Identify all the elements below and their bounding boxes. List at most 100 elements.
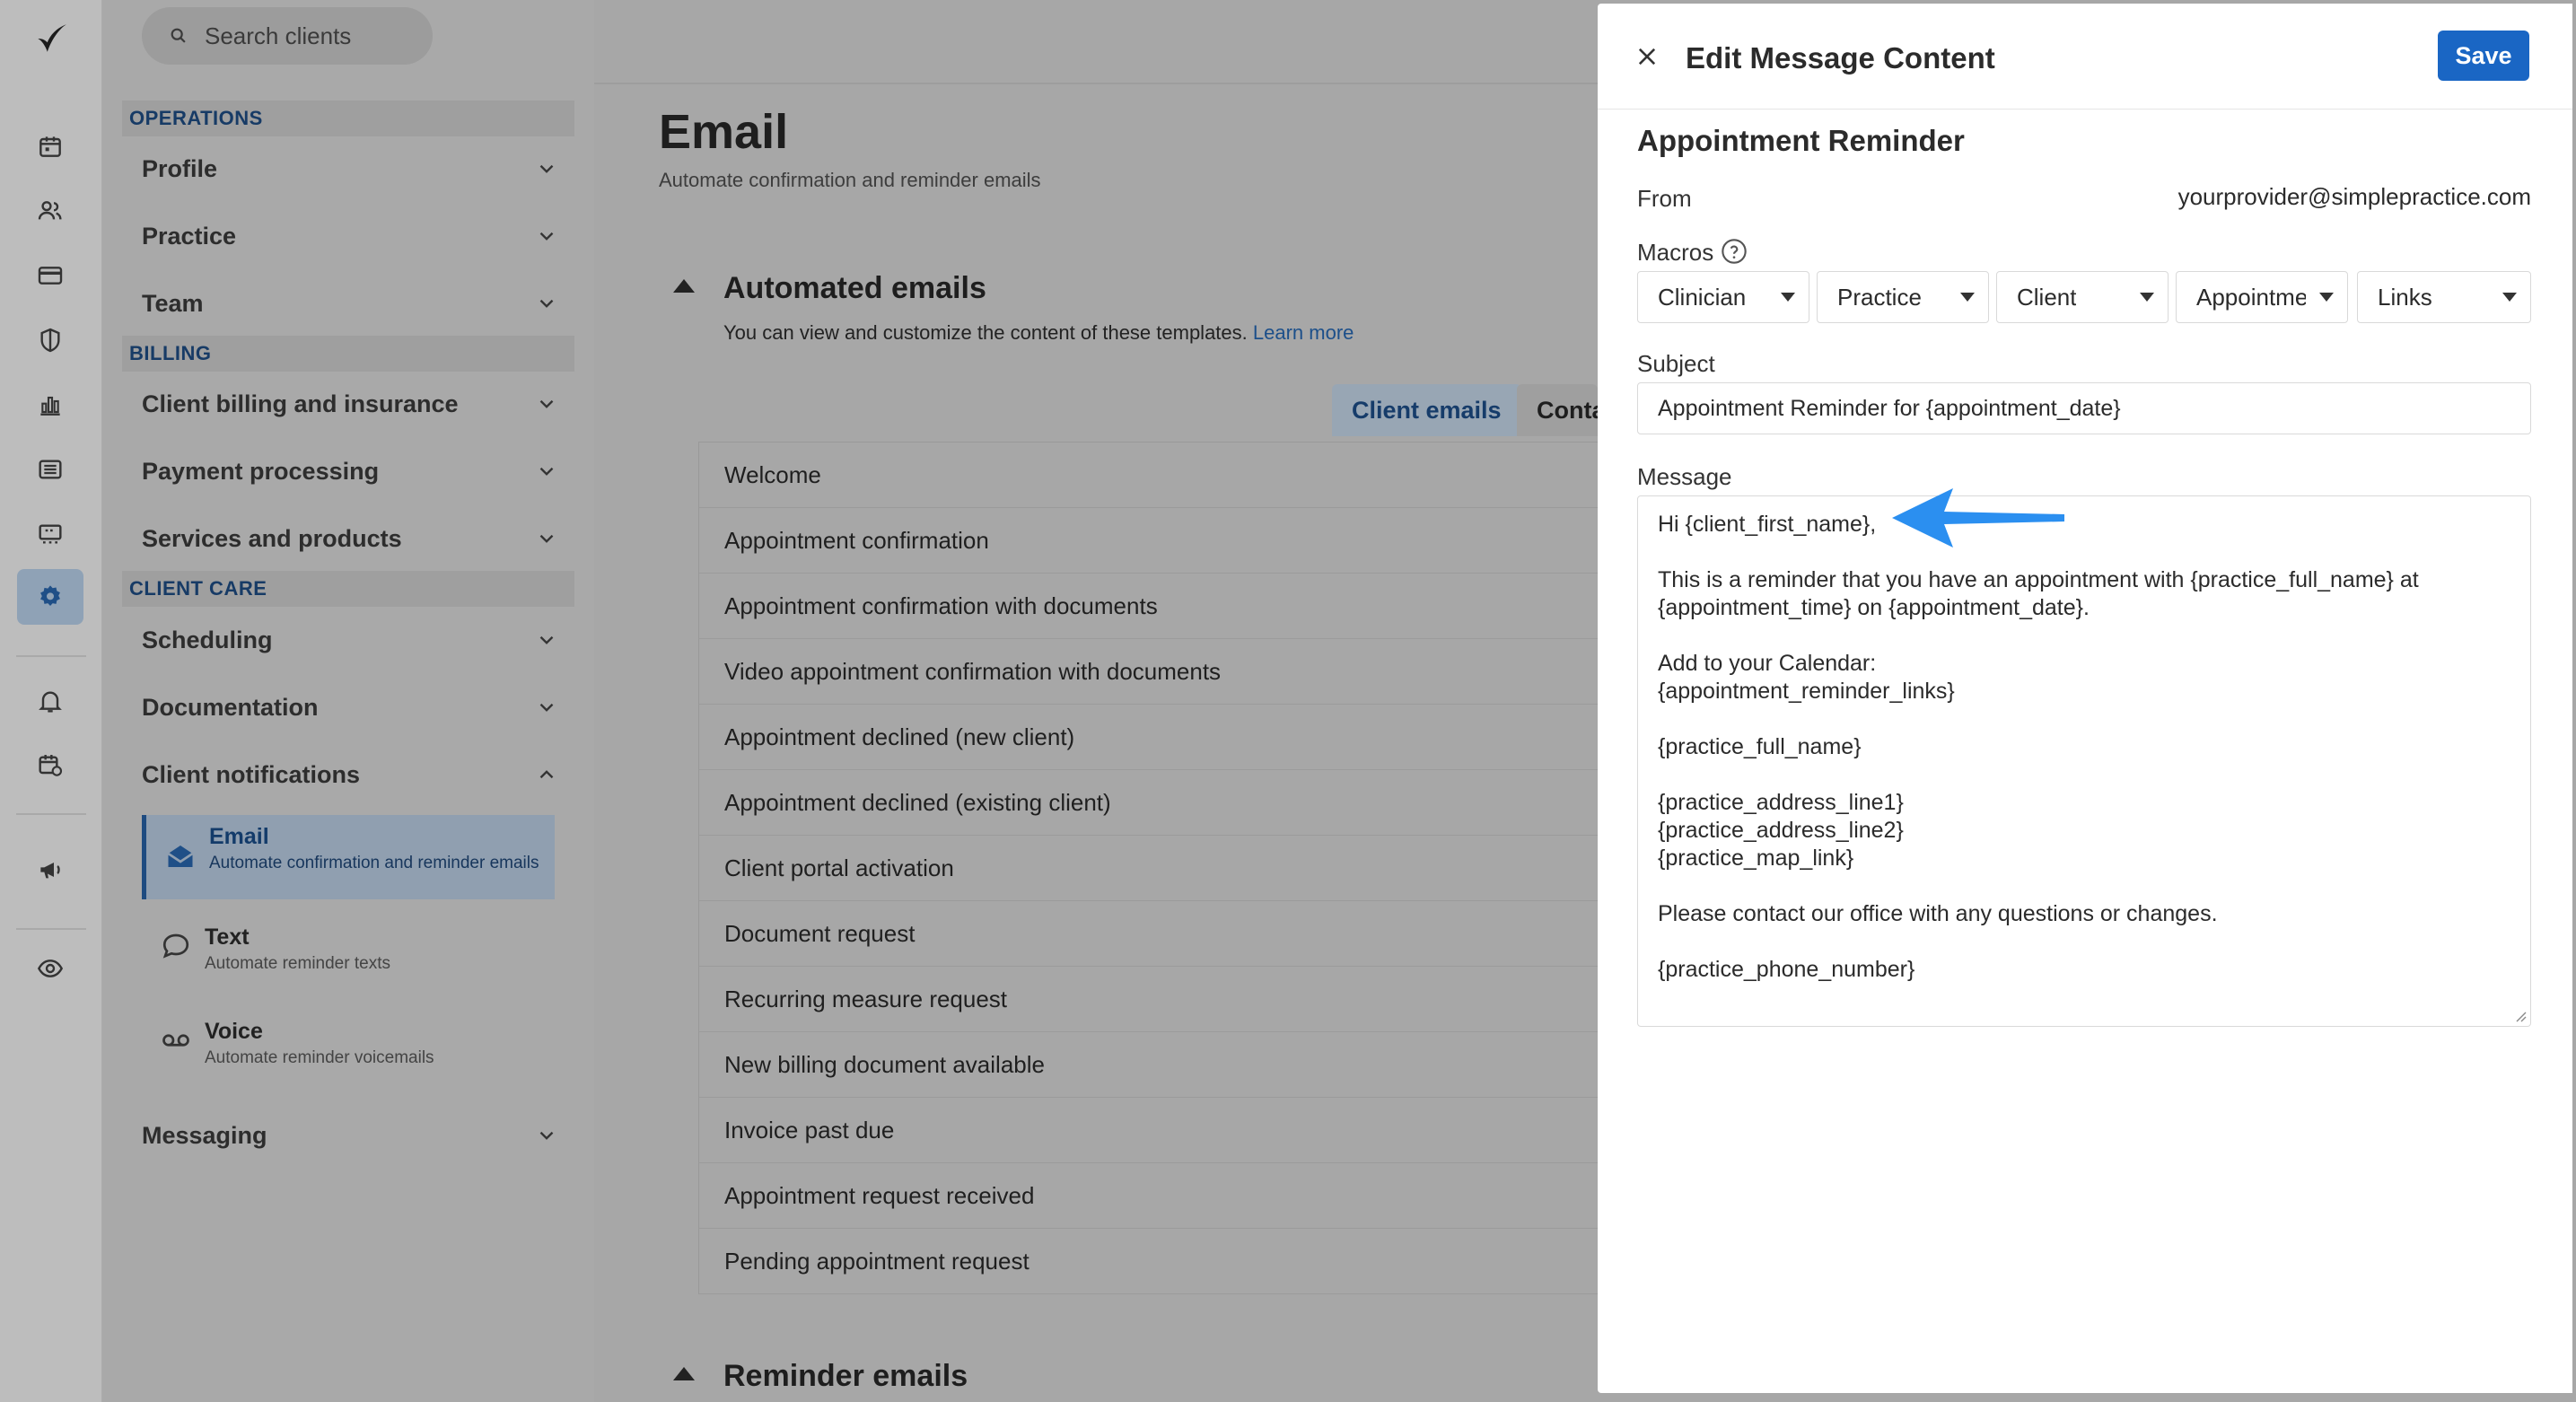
calendar-settings-icon[interactable] <box>33 749 67 783</box>
search-icon <box>171 28 186 43</box>
template-row[interactable]: New billing document available <box>699 1032 1598 1098</box>
settings-gear-icon[interactable] <box>17 569 83 625</box>
message-line: {practice_phone_number} <box>1658 957 1915 982</box>
nav-item-scheduling[interactable]: Scheduling <box>142 622 558 658</box>
billing-card-icon[interactable] <box>33 258 67 293</box>
message-line: Hi {client_first_name}, <box>1658 512 1877 537</box>
template-row[interactable]: Appointment declined (new client) <box>699 705 1598 770</box>
message-line: {practice_map_link} <box>1658 846 1854 871</box>
template-row[interactable]: Welcome <box>699 443 1598 508</box>
page-subtitle: Automate confirmation and reminder email… <box>659 169 1041 191</box>
macro-select-appointment[interactable]: Appointmer <box>2176 271 2348 323</box>
reminder-emails-heading[interactable]: Reminder emails <box>723 1359 968 1394</box>
chevron-down-icon <box>539 232 554 241</box>
nav-item-label: Client billing and insurance <box>142 390 459 417</box>
clients-icon[interactable] <box>33 194 67 228</box>
template-row[interactable]: Document request <box>699 901 1598 967</box>
macro-label: Practice <box>1837 283 1922 311</box>
message-line <box>1658 872 2512 900</box>
reports-list-icon[interactable] <box>33 452 67 486</box>
nav-item-documentation[interactable]: Documentation <box>142 689 558 725</box>
header-divider <box>594 83 1598 84</box>
nav-item-team[interactable]: Team <box>142 285 558 321</box>
template-row[interactable]: Pending appointment request <box>699 1229 1598 1294</box>
caret-up-icon[interactable] <box>671 276 697 294</box>
automated-emails-heading[interactable]: Automated emails <box>723 271 986 306</box>
marketplace-icon[interactable] <box>33 517 67 551</box>
template-row[interactable]: Appointment request received <box>699 1163 1598 1229</box>
megaphone-icon[interactable] <box>33 853 67 887</box>
analytics-icon[interactable] <box>33 388 67 422</box>
message-line: {appointment_time} on {appointment_date}… <box>1658 595 2090 620</box>
template-list: Welcome Appointment confirmation Appoint… <box>698 442 1598 1294</box>
search-placeholder: Search clients <box>205 22 352 49</box>
nav-item-label: Messaging <box>142 1121 267 1149</box>
macro-select-client[interactable]: Client <box>1996 271 2169 323</box>
nav-item-label: Practice <box>142 222 237 250</box>
macro-select-clinician[interactable]: Clinician <box>1637 271 1809 323</box>
chevron-down-icon <box>539 635 554 644</box>
sub-item-email[interactable]: Email Automate confirmation and reminder… <box>142 815 555 899</box>
app-root: Search clients OPERATIONS Profile Practi… <box>0 0 2576 1402</box>
nav-item-client-billing[interactable]: Client billing and insurance <box>142 386 558 422</box>
calendar-icon[interactable] <box>33 129 67 163</box>
nav-item-messaging[interactable]: Messaging <box>142 1117 558 1153</box>
help-icon[interactable] <box>1720 237 1748 266</box>
voicemail-icon <box>162 1034 189 1047</box>
macro-select-links[interactable]: Links <box>2357 271 2531 323</box>
message-line: {appointment_reminder_links} <box>1658 679 1955 704</box>
nav-item-label: Documentation <box>142 693 319 721</box>
message-line: Please contact our office with any quest… <box>1658 901 2218 926</box>
message-textarea[interactable]: Hi {client_first_name}, This is a remind… <box>1637 495 2531 1027</box>
rail-divider <box>16 928 86 930</box>
template-row[interactable]: Recurring measure request <box>699 967 1598 1032</box>
subject-input[interactable]: Appointment Reminder for {appointment_da… <box>1637 382 2531 434</box>
macro-select-practice[interactable]: Practice <box>1817 271 1989 323</box>
close-icon <box>1638 48 1656 66</box>
sub-item-voice[interactable]: Voice Automate reminder voicemails <box>142 1019 555 1068</box>
save-button[interactable]: Save <box>2438 31 2529 81</box>
message-line: {practice_address_line2} <box>1658 818 1904 843</box>
template-row[interactable]: Appointment declined (existing client) <box>699 770 1598 836</box>
nav-item-client-notifications[interactable]: Client notifications <box>142 757 558 793</box>
nav-item-payment-processing[interactable]: Payment processing <box>142 453 558 489</box>
nav-item-practice[interactable]: Practice <box>142 218 558 254</box>
caret-down-icon <box>2319 293 2334 302</box>
rail-divider <box>16 655 86 657</box>
sub-item-desc: Automate reminder texts <box>205 954 390 973</box>
chevron-down-icon <box>539 1131 554 1140</box>
chevron-down-icon <box>539 467 554 476</box>
resize-grip-icon[interactable] <box>2512 1008 2527 1022</box>
shield-icon[interactable] <box>33 323 67 357</box>
envelope-open-icon <box>167 846 194 867</box>
caret-down-icon <box>2502 293 2517 302</box>
learn-more-link[interactable]: Learn more <box>1253 321 1354 344</box>
caret-up-icon[interactable] <box>671 1364 697 1382</box>
chevron-down-icon <box>539 164 554 173</box>
callout-arrow-icon <box>1892 488 2064 548</box>
tab-contacts-emails[interactable]: Conta <box>1517 384 1598 436</box>
nav-item-label: Scheduling <box>142 626 273 653</box>
nav-item-services-products[interactable]: Services and products <box>142 521 558 556</box>
template-row[interactable]: Appointment confirmation <box>699 508 1598 574</box>
eye-icon[interactable] <box>33 951 67 986</box>
tab-client-emails[interactable]: Client emails <box>1332 384 1521 436</box>
caret-down-icon <box>2140 293 2154 302</box>
template-row[interactable]: Appointment confirmation with documents <box>699 574 1598 639</box>
rail-divider <box>16 813 86 815</box>
sub-item-title: Text <box>205 924 250 950</box>
close-button[interactable] <box>1632 41 1662 72</box>
nav-item-profile[interactable]: Profile <box>142 151 558 187</box>
message-line: Add to your Calendar: <box>1658 651 1877 676</box>
nav-item-label: Profile <box>142 154 218 182</box>
search-clients-input[interactable]: Search clients <box>142 7 433 65</box>
notifications-bell-icon[interactable] <box>33 684 67 718</box>
template-row[interactable]: Invoice past due <box>699 1098 1598 1163</box>
template-row[interactable]: Video appointment confirmation with docu… <box>699 639 1598 705</box>
template-row[interactable]: Client portal activation <box>699 836 1598 901</box>
sub-item-title: Email <box>209 824 269 849</box>
sub-item-text[interactable]: Text Automate reminder texts <box>142 924 555 974</box>
logo-icon[interactable] <box>32 20 70 57</box>
macro-label: Appointmer <box>2196 283 2306 311</box>
nav-item-label: Client notifications <box>142 760 360 788</box>
